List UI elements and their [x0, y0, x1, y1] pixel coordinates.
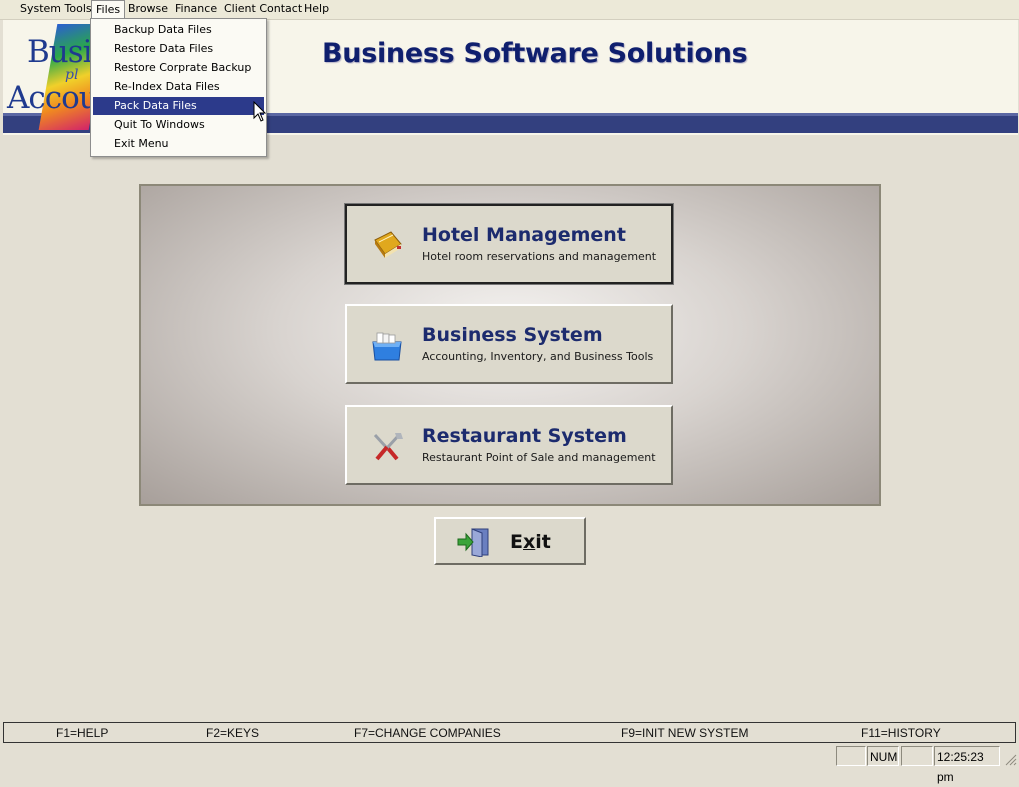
function-key-bar: F1=HELP F2=KEYS F7=CHANGE COMPANIES F9=I…	[3, 722, 1016, 743]
hotel-management-button[interactable]: Hotel Management Hotel room reservations…	[344, 203, 674, 285]
menu-files[interactable]: Files	[91, 0, 126, 19]
fkey-init-new-system[interactable]: F9=INIT NEW SYSTEM	[621, 726, 748, 740]
files-dropdown-menu: Backup Data Files Restore Data Files Res…	[90, 18, 267, 157]
menu-exit-menu[interactable]: Exit Menu	[93, 135, 264, 153]
exit-door-icon	[457, 528, 489, 557]
hotel-button-title: Hotel Management	[422, 224, 626, 246]
restaurant-system-button[interactable]: Restaurant System Restaurant Point of Sa…	[345, 405, 673, 485]
fkey-keys[interactable]: F2=KEYS	[206, 726, 259, 740]
restaurant-button-title: Restaurant System	[422, 425, 627, 447]
menu-restore-corprate-backup[interactable]: Restore Corprate Backup	[93, 59, 264, 77]
menu-browse[interactable]: Browse	[123, 1, 173, 17]
status-cell-blank-2	[901, 746, 933, 766]
fkey-change-companies[interactable]: F7=CHANGE COMPANIES	[354, 726, 501, 740]
menu-backup-data-files[interactable]: Backup Data Files	[93, 21, 264, 39]
status-bar: NUM 12:25:23 pm	[0, 744, 1019, 784]
company-logo: Busi pl Accou	[3, 22, 91, 130]
menu-quit-to-windows[interactable]: Quit To Windows	[93, 116, 264, 134]
logo-text-line1: Busi	[27, 34, 91, 70]
restaurant-button-subtitle: Restaurant Point of Sale and management	[422, 451, 656, 464]
status-cell-blank	[836, 746, 866, 766]
blue-box-icon	[372, 332, 402, 361]
exit-button-label: Exit	[510, 531, 551, 553]
menu-system-tools[interactable]: System Tools	[15, 1, 97, 17]
menu-help[interactable]: Help	[299, 1, 334, 17]
menu-restore-data-files[interactable]: Restore Data Files	[93, 40, 264, 58]
hotel-button-subtitle: Hotel room reservations and management	[422, 250, 657, 263]
menu-finance[interactable]: Finance	[170, 1, 222, 17]
menu-pack-data-files[interactable]: Pack Data Files	[93, 97, 264, 115]
menu-reindex-data-files[interactable]: Re-Index Data Files	[93, 78, 264, 96]
exit-button[interactable]: Exit	[434, 517, 586, 565]
business-system-button[interactable]: Business System Accounting, Inventory, a…	[345, 304, 673, 384]
notebook-icon	[374, 231, 402, 258]
fork-knife-icon	[373, 433, 403, 461]
logo-text-line2: Accou	[7, 80, 91, 116]
fkey-help[interactable]: F1=HELP	[56, 726, 108, 740]
mouse-pointer-icon	[253, 101, 267, 122]
status-clock: 12:25:23 pm	[934, 746, 1000, 784]
menu-client-contact[interactable]: Client Contact	[219, 1, 307, 17]
fkey-history[interactable]: F11=HISTORY	[861, 726, 941, 740]
business-button-title: Business System	[422, 324, 603, 346]
app-title: Business Software Solutions	[322, 38, 748, 69]
business-button-subtitle: Accounting, Inventory, and Business Tool…	[422, 350, 654, 363]
resize-grip-icon[interactable]	[1003, 752, 1017, 766]
menu-bar: System Tools Files Browse Finance Client…	[0, 0, 1019, 20]
status-num-lock: NUM	[867, 746, 899, 766]
